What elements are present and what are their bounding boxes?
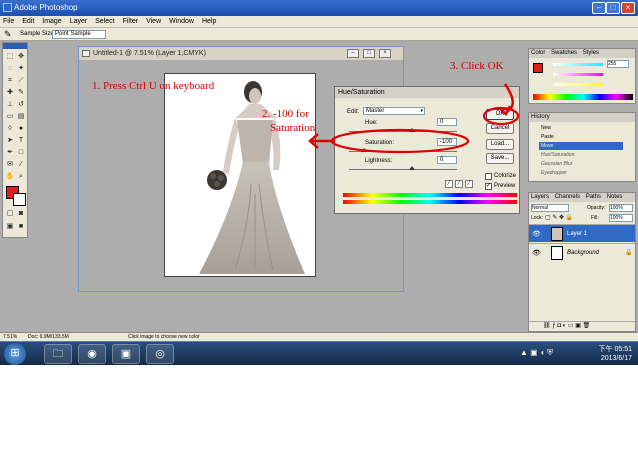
fill-input[interactable]: 100% [609, 214, 633, 222]
cyan-slider[interactable] [553, 63, 603, 66]
history-item-hue-saturation[interactable]: Hue/Saturation [541, 152, 574, 158]
color-foreground-swatch[interactable] [533, 63, 543, 73]
layer-1-name: Layer 1 [567, 231, 588, 237]
history-item-move[interactable]: Move [541, 143, 553, 149]
lock-icon: 🔒 [625, 250, 633, 256]
camera-taskbar-icon[interactable]: ▣ [112, 344, 140, 364]
adjustment-layer-icon[interactable]: ◐ [563, 323, 567, 329]
link-layers-icon[interactable]: ⛓ [543, 323, 551, 329]
opacity-input[interactable]: 100% [609, 204, 633, 212]
blend-mode-select[interactable]: Normal [531, 204, 569, 212]
tab-history[interactable]: History [531, 114, 550, 120]
photoshop-taskbar-icon[interactable]: ◎ [146, 344, 174, 364]
saturation-highlight-ellipse [330, 128, 470, 154]
background-layer-name: Background [567, 250, 600, 256]
tab-swatches[interactable]: Swatches [551, 50, 577, 56]
yellow-slider[interactable] [553, 83, 603, 86]
history-item-gaussian-blur[interactable]: Gaussian Blur [541, 161, 572, 167]
trash-icon[interactable]: 🗑 [583, 323, 591, 329]
tray-icons[interactable]: ▲ ▣ ◖ ⛨ [520, 348, 553, 358]
history-item-eyedropper[interactable]: Eyedropper [541, 170, 567, 176]
layers-panel-tabs: Layers Channels Paths Notes [529, 193, 635, 202]
layer-group-icon[interactable]: ▭ [568, 323, 574, 329]
tab-channels[interactable]: Channels [555, 194, 580, 200]
lock-icons[interactable]: ▢ ✎ ✥ 🔒 [545, 214, 573, 221]
taskbar: ⊞ 🗀 ◉ ▣ ◎ ▲ ▣ ◖ ⛨ 下午 05:51 2013/6/17 [0, 341, 638, 365]
layer-row-layer-1[interactable]: 👁 Layer 1 [529, 224, 635, 242]
eye-icon[interactable]: 👁 [532, 230, 541, 238]
layers-panel: Layers Channels Paths Notes Normal Opaci… [528, 192, 636, 332]
history-item-paste[interactable]: Paste [541, 134, 554, 140]
history-panel: History New Paste Move Hue/Saturation Ga… [528, 112, 636, 182]
color-panel: Color Swatches Styles 255 [528, 48, 636, 104]
status-bar: 7.51% Doc: 9.9M/133.5M Click image to ch… [0, 332, 638, 341]
background-thumbnail [551, 246, 563, 260]
start-button[interactable]: ⊞ [4, 343, 26, 365]
clock-time: 下午 05:51 [598, 346, 632, 353]
color-panel-tabs: Color Swatches Styles [529, 49, 635, 58]
tab-layers[interactable]: Layers [531, 194, 549, 200]
color-spectrum-ramp[interactable] [533, 94, 633, 100]
layer-row-background[interactable]: 👁 Background 🔒 [529, 243, 635, 261]
explorer-taskbar-icon[interactable]: 🗀 [44, 344, 72, 364]
firefox-taskbar-icon[interactable]: ◉ [78, 344, 106, 364]
tab-color[interactable]: Color [531, 50, 545, 56]
opacity-label: Opacity: [587, 205, 606, 211]
cyan-value-input[interactable]: 255 [607, 60, 629, 68]
history-panel-tabs: History [529, 113, 635, 122]
clock[interactable]: 下午 05:51 2013/6/17 [599, 345, 632, 363]
layer-mask-icon[interactable]: ◘ [557, 323, 561, 329]
history-item-new[interactable]: New [541, 125, 551, 131]
layer-1-thumbnail [551, 227, 563, 241]
clock-date: 2013/6/17 [600, 355, 632, 362]
fill-label: Fill: [591, 215, 599, 221]
new-layer-icon[interactable]: ▣ [575, 323, 581, 329]
tab-paths[interactable]: Paths [586, 194, 601, 200]
layer-style-icon[interactable]: ƒ [552, 323, 555, 329]
tab-styles[interactable]: Styles [583, 50, 599, 56]
lock-label: Lock: [531, 215, 543, 221]
eye-icon[interactable]: 👁 [532, 249, 541, 257]
magenta-slider[interactable] [553, 73, 603, 76]
tab-notes[interactable]: Notes [607, 194, 623, 200]
layers-footer: ⛓ ƒ ◘ ◐ ▭ ▣ 🗑 [529, 321, 635, 331]
